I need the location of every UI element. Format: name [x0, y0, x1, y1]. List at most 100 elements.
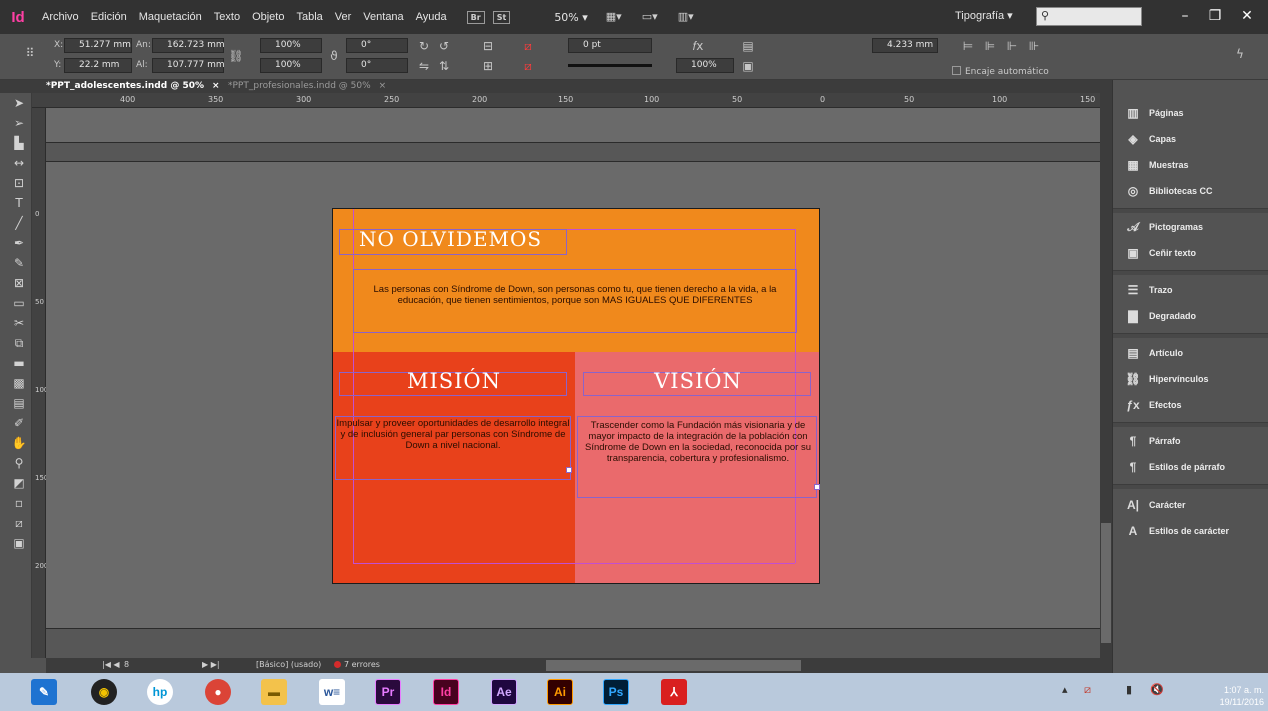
illustrator-icon[interactable]: Ai [544, 677, 576, 707]
menu-edicion[interactable]: Edición [91, 11, 127, 23]
shear-input[interactable]: 0° [346, 58, 408, 73]
rotation-input[interactable]: 0° [346, 38, 408, 53]
auto-fit-checkbox[interactable]: Encaje automático [952, 66, 1049, 77]
text-frame-options-icon[interactable]: ▤ [740, 38, 756, 54]
help-search-input[interactable]: ⚲ [1036, 7, 1142, 26]
tray-arrow-icon[interactable]: ▴ [1062, 683, 1068, 696]
premiere-icon[interactable]: Pr [372, 677, 404, 707]
type-tool-icon[interactable]: T [8, 193, 30, 213]
tray-app-icon[interactable]: ⧄ [1084, 683, 1091, 697]
panel-caracter[interactable]: A| Carácter [1113, 492, 1268, 518]
stroke-swatch-icon[interactable]: ⧄ [520, 58, 536, 74]
network-icon[interactable]: ▮ [1126, 683, 1132, 696]
align-center-icon[interactable]: ⊫ [982, 38, 998, 54]
taskbar-clock[interactable]: 1:07 a. m. 19/11/2016 [1208, 684, 1264, 708]
panel-trazo[interactable]: ☰ Trazo [1113, 277, 1268, 303]
reference-point-icon[interactable]: ⠿ [22, 45, 38, 61]
screen-mode-tool-icon[interactable]: ▣ [8, 533, 30, 553]
select-content-icon[interactable]: ⊞ [480, 58, 496, 74]
hp-icon[interactable]: hp [144, 677, 176, 707]
scale-y-input[interactable]: 100% [260, 58, 322, 73]
scissors-tool-icon[interactable]: ✂ [8, 313, 30, 333]
gradient-feather-tool-icon[interactable]: ▩ [8, 373, 30, 393]
vertical-scrollbar[interactable] [1100, 93, 1112, 658]
rectangle-frame-tool-icon[interactable]: ⊠ [8, 273, 30, 293]
panel-pictogramas[interactable]: 𝒜 Pictogramas [1113, 214, 1268, 240]
mision-heading[interactable]: MISIÓN [333, 369, 575, 393]
menu-maquetacion[interactable]: Maquetación [139, 11, 202, 23]
arrange-documents-icon[interactable]: ▥▾ [678, 10, 702, 24]
width-input[interactable]: 162.723 mm [152, 38, 225, 53]
align-right-icon[interactable]: ⊩ [1004, 38, 1020, 54]
first-page-icon[interactable]: |◀ ◀ [102, 660, 120, 669]
panel-capas[interactable]: ◈ Capas [1113, 126, 1268, 152]
zoom-tool-icon[interactable]: ⚲ [8, 453, 30, 473]
y-position-input[interactable]: 22.2 mm [64, 58, 132, 73]
stroke-type-preview[interactable] [568, 64, 652, 67]
page-number-field[interactable]: 8 [124, 660, 129, 669]
view-options-icon[interactable]: ▦▾ [606, 10, 630, 24]
gradient-swatch-tool-icon[interactable]: ▬ [8, 353, 30, 373]
acrobat-icon[interactable]: ⅄ [658, 677, 690, 707]
horizontal-scroll-thumb[interactable] [546, 660, 801, 671]
formatting-container-icon[interactable]: ▫ [8, 493, 30, 513]
quick-apply-icon[interactable]: ϟ [1232, 46, 1248, 62]
note-tool-icon[interactable]: ▤ [8, 393, 30, 413]
content-collector-icon[interactable]: ⊡ [8, 173, 30, 193]
next-page-icon[interactable]: ▶ ▶| [202, 660, 220, 669]
text-thread-port-icon[interactable] [566, 467, 572, 473]
rotate-cw-icon[interactable]: ↻ [416, 38, 432, 54]
tab-ppt-adolescentes[interactable]: *PPT_adolescentes.indd @ 50% × [46, 80, 220, 93]
panel-estilos-parrafo[interactable]: ¶ Estilos de párrafo [1113, 454, 1268, 480]
menu-ventana[interactable]: Ventana [363, 11, 403, 23]
align-left-icon[interactable]: ⊨ [960, 38, 976, 54]
screen-mode-icon[interactable]: ▭▾ [642, 10, 666, 24]
hand-tool-icon[interactable]: ✋ [8, 433, 30, 453]
menu-archivo[interactable]: Archivo [42, 11, 79, 23]
fx-icon[interactable]: 𝑓x [690, 38, 706, 54]
gap-tool-icon[interactable]: ↔ [8, 153, 30, 173]
volume-icon[interactable]: 🔇 [1150, 683, 1164, 696]
zoom-dropdown[interactable]: 50% ▾ [554, 11, 587, 24]
panel-muestras[interactable]: ▦ Muestras [1113, 152, 1268, 178]
vision-body-text[interactable]: Trascender como la Fundación más visiona… [580, 420, 816, 464]
indesign-taskbar-icon[interactable]: Id [430, 677, 462, 707]
page-tool-icon[interactable]: ▙ [8, 133, 30, 153]
menu-ayuda[interactable]: Ayuda [416, 11, 447, 23]
workspace-switcher[interactable]: Tipografía ▾ [955, 9, 1013, 22]
no-olvidemos-heading[interactable]: NO OLVIDEMOS [359, 227, 542, 251]
after-effects-icon[interactable]: Ae [488, 677, 520, 707]
selection-tool-icon[interactable]: ➤ [8, 93, 30, 113]
distribute-icon[interactable]: ⊪ [1026, 38, 1042, 54]
pasteboard[interactable]: NO OLVIDEMOS Las personas con Síndrome d… [46, 108, 1100, 658]
opacity-input[interactable]: 100% [676, 58, 734, 73]
media-player-icon[interactable]: ◉ [88, 677, 120, 707]
top-body-text[interactable]: Las personas con Síndrome de Down, son p… [357, 284, 793, 306]
line-tool-icon[interactable]: ╱ [8, 213, 30, 233]
mision-body-text[interactable]: Impulsar y proveer oportunidades de desa… [335, 418, 571, 451]
flip-horizontal-icon[interactable]: ⇋ [416, 58, 432, 74]
pen-tool-icon[interactable]: ✒ [8, 233, 30, 253]
vertical-scroll-thumb[interactable] [1101, 523, 1111, 643]
stock-button[interactable]: St [492, 10, 511, 24]
panel-degradado[interactable]: ▇ Degradado [1113, 303, 1268, 329]
x-position-input[interactable]: 51.277 mm [64, 38, 132, 53]
fill-swatch-icon[interactable]: ⧄ [520, 38, 536, 54]
rectangle-tool-icon[interactable]: ▭ [8, 293, 30, 313]
close-tab-icon[interactable]: × [212, 81, 220, 91]
panel-articulo[interactable]: ▤ Artículo [1113, 340, 1268, 366]
panel-efectos[interactable]: ƒx Efectos [1113, 392, 1268, 418]
flip-vertical-icon[interactable]: ⇅ [436, 58, 452, 74]
direct-selection-tool-icon[interactable]: ➢ [8, 113, 30, 133]
tab-ppt-profesionales[interactable]: *PPT_profesionales.indd @ 50% × [228, 80, 386, 93]
panel-bibliotecas-cc[interactable]: ◎ Bibliotecas CC [1113, 178, 1268, 204]
panel-cenir-texto[interactable]: ▣ Ceñir texto [1113, 240, 1268, 266]
minimize-button[interactable]: – [1170, 4, 1200, 28]
menu-texto[interactable]: Texto [214, 11, 240, 23]
free-transform-tool-icon[interactable]: ⧉ [8, 333, 30, 353]
apply-none-icon[interactable]: ⧄ [8, 513, 30, 533]
close-button[interactable]: ✕ [1232, 4, 1262, 28]
vision-heading[interactable]: VISIÓN [577, 369, 819, 393]
panel-parrafo[interactable]: ¶ Párrafo [1113, 428, 1268, 454]
auto-fit-icon[interactable]: ▣ [740, 58, 756, 74]
